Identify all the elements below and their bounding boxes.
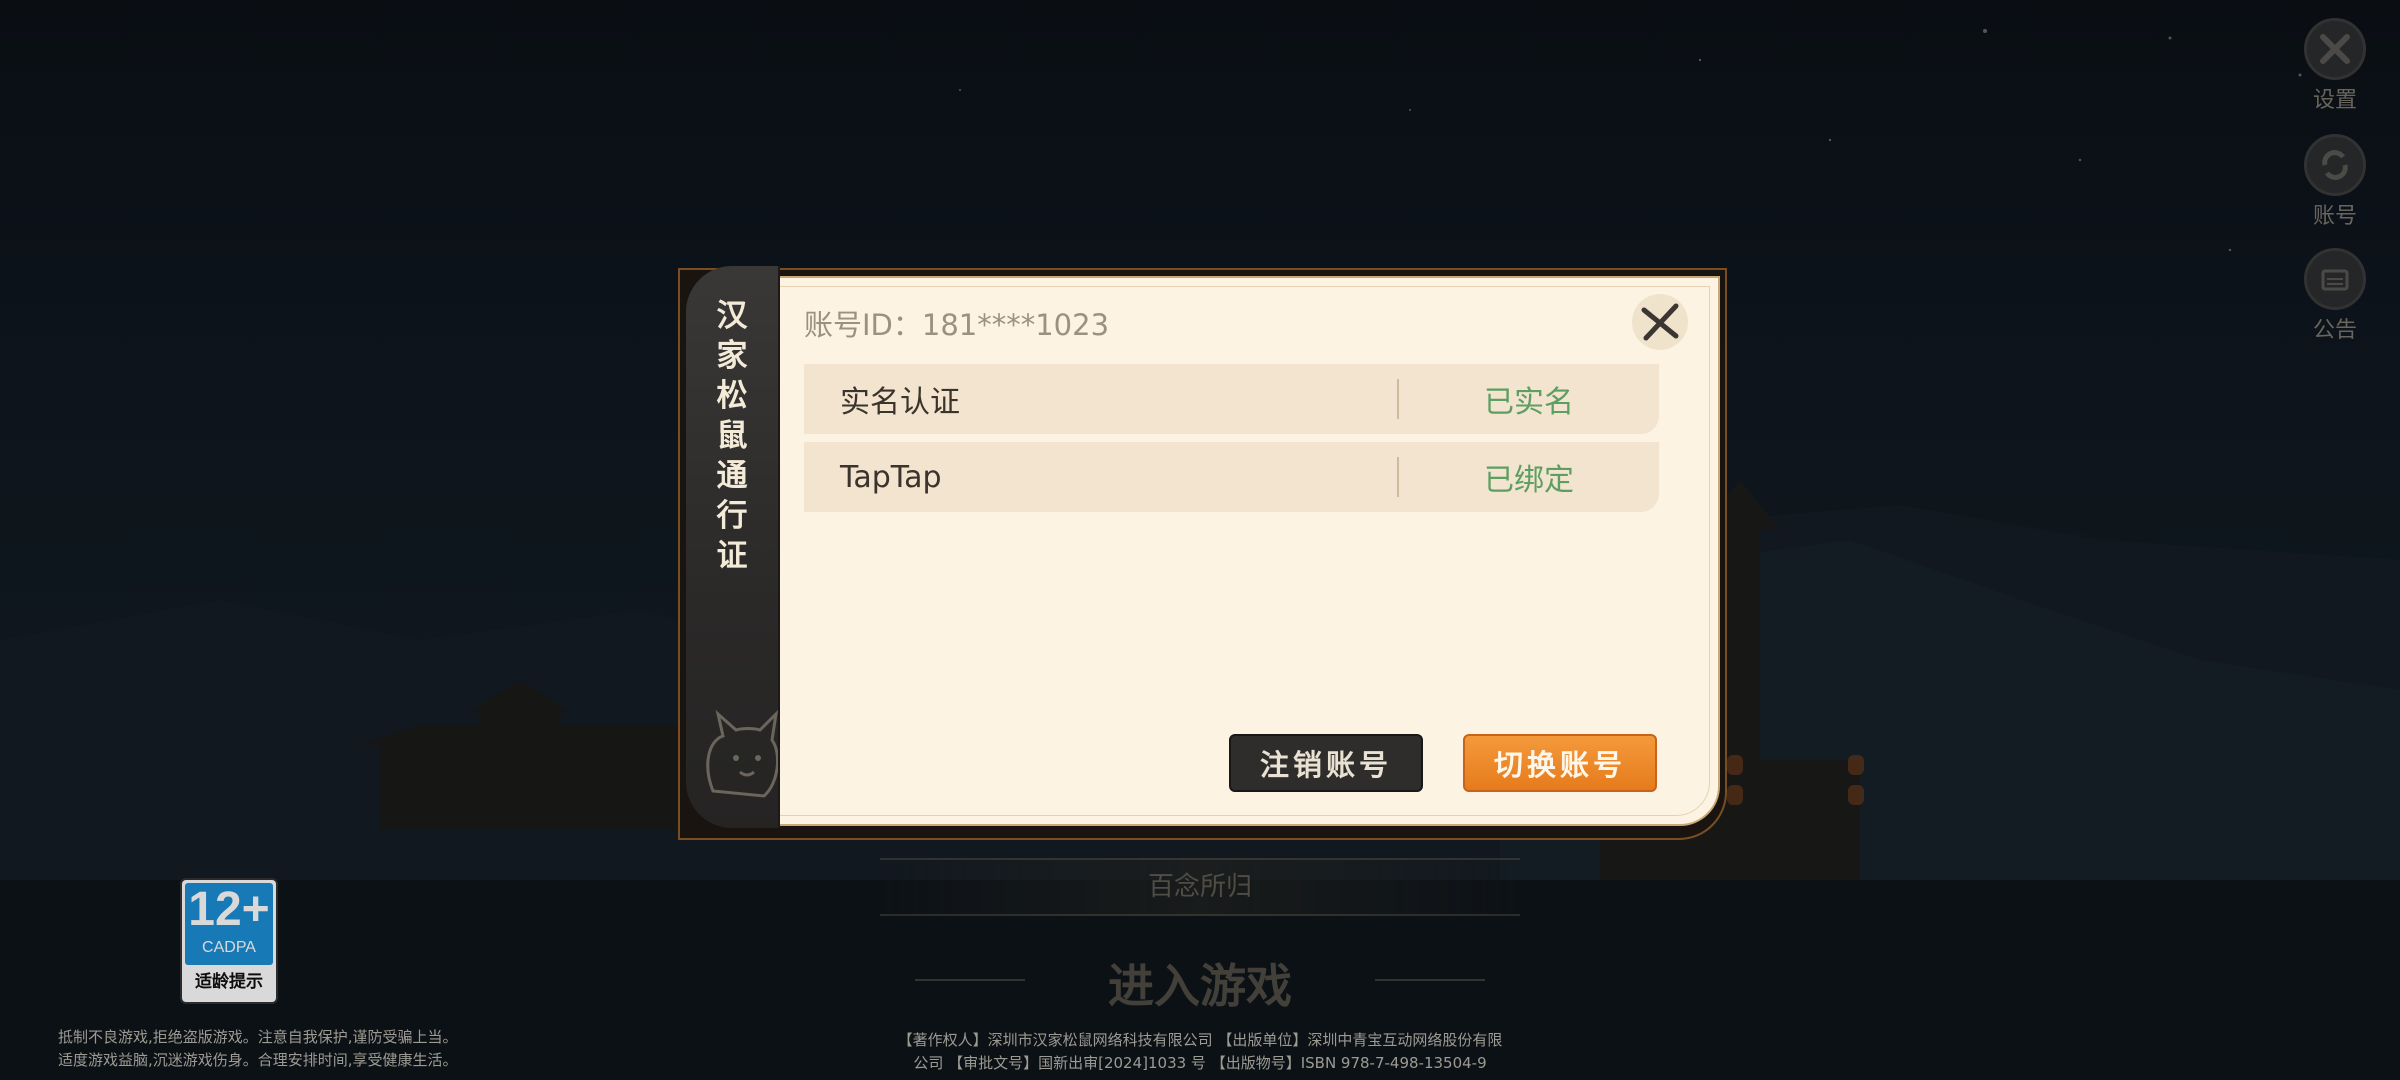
- dialog-tab-title: 汉 家 松 鼠 通 行 证: [686, 296, 778, 576]
- tab-title-char: 通: [716, 458, 748, 494]
- tab-title-char: 家: [716, 338, 748, 374]
- close-button[interactable]: [1632, 294, 1688, 350]
- list-item-taptap[interactable]: TapTap 已绑定: [804, 442, 1659, 512]
- tab-title-char: 汉: [716, 298, 748, 334]
- status-badge: 已绑定: [1484, 463, 1574, 498]
- dialog-side-tab: 汉 家 松 鼠 通 行 证: [686, 266, 780, 828]
- row-label: 实名认证: [840, 385, 960, 420]
- squirrel-mascot-icon: [706, 709, 778, 798]
- list-item-real-name[interactable]: 实名认证 已实名: [804, 364, 1659, 434]
- tab-title-char: 证: [716, 538, 748, 574]
- tab-title-char: 鼠: [716, 418, 748, 454]
- tab-title-char: 松: [716, 378, 748, 414]
- tab-title-char: 行: [716, 498, 748, 534]
- close-icon: [1641, 303, 1679, 341]
- account-id-text: 账号ID：181****1023: [804, 308, 1110, 342]
- switch-account-button[interactable]: 切换账号: [1463, 734, 1657, 792]
- logout-account-button[interactable]: 注销账号: [1229, 734, 1423, 792]
- status-badge: 已实名: [1484, 385, 1574, 420]
- row-label: TapTap: [840, 459, 942, 495]
